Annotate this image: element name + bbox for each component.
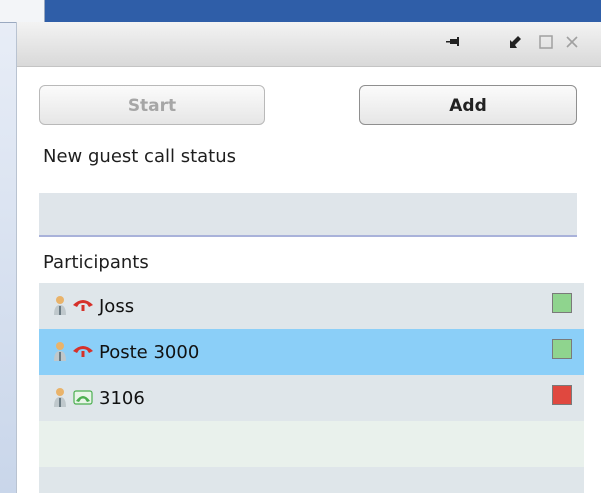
participant-name: 3106: [99, 388, 145, 409]
add-button[interactable]: Add: [359, 85, 577, 125]
window-titlebar[interactable]: [17, 22, 601, 67]
guest-call-status-field[interactable]: [39, 193, 577, 237]
hangup-icon[interactable]: [72, 296, 94, 314]
user-icon: [53, 387, 67, 409]
maximize-icon[interactable]: [537, 33, 555, 51]
participant-row[interactable]: Joss: [39, 283, 584, 329]
desktop-background-top: [0, 0, 601, 12]
participant-status-indicator: [552, 385, 572, 405]
user-icon: [53, 295, 67, 317]
guest-call-window: Start Add New guest call status Particip…: [16, 22, 601, 493]
desktop-background: [0, 0, 16, 493]
participant-name: Joss: [99, 296, 135, 317]
hangup-icon[interactable]: [72, 342, 94, 360]
participants-list: Joss Poste 3000 3106: [39, 283, 584, 493]
participant-row[interactable]: Poste 3000: [39, 329, 584, 375]
empty-row: [39, 421, 584, 467]
participant-status-indicator: [552, 293, 572, 313]
desktop-window-corner: [0, 0, 45, 23]
start-button[interactable]: Start: [39, 85, 265, 125]
user-icon: [53, 341, 67, 363]
active-call-icon[interactable]: [72, 388, 94, 406]
participant-status-indicator: [552, 339, 572, 359]
participants-heading: Participants: [43, 252, 149, 273]
close-icon[interactable]: [563, 33, 581, 51]
restore-down-icon[interactable]: [507, 33, 525, 51]
participant-name: Poste 3000: [99, 342, 200, 363]
empty-row: [39, 467, 584, 493]
participant-row[interactable]: 3106: [39, 375, 584, 421]
pin-icon[interactable]: [445, 33, 463, 51]
guest-call-status-heading: New guest call status: [43, 146, 237, 167]
